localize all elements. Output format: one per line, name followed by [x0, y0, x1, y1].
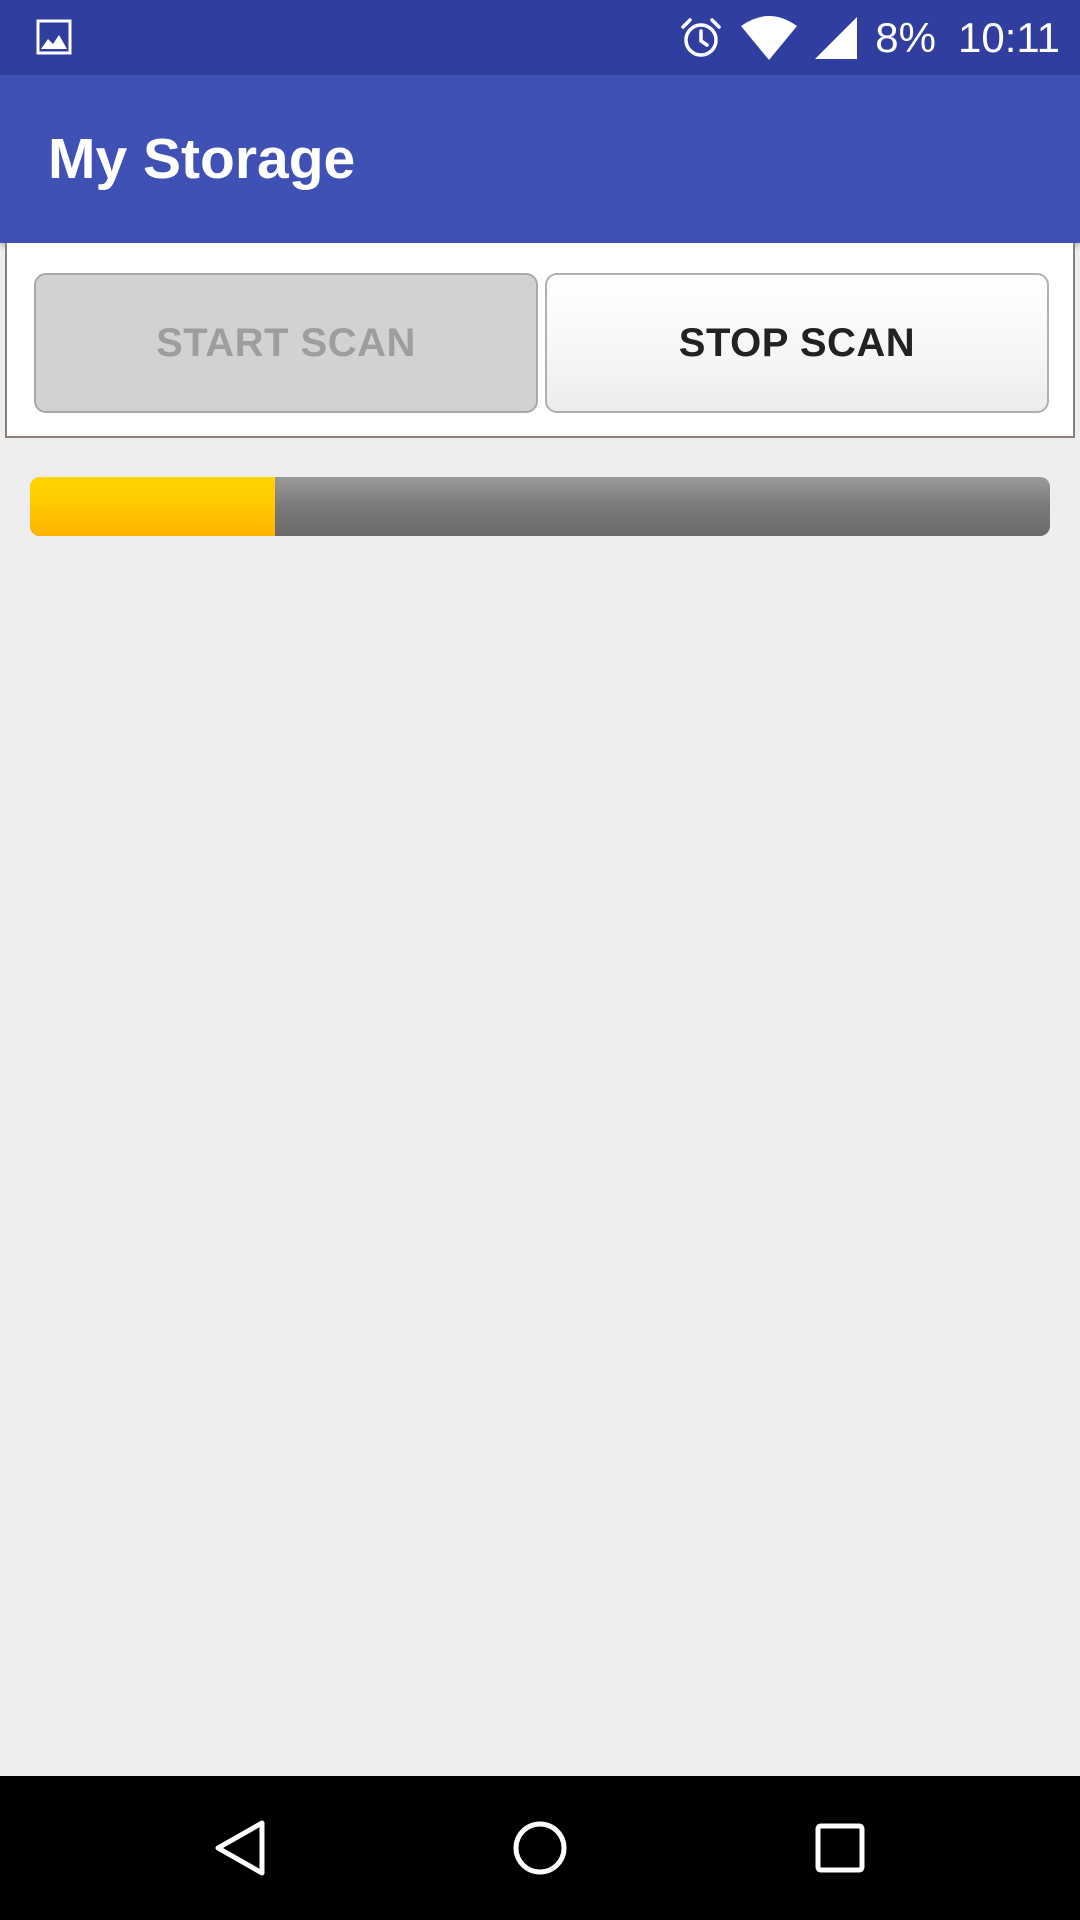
scan-progress-bar [30, 477, 1050, 536]
start-scan-button[interactable]: START SCAN [34, 273, 538, 413]
cell-signal-icon [815, 16, 858, 59]
status-bar: 8% 10:11 [0, 0, 1080, 75]
app-bar: My Storage [0, 75, 1080, 243]
gallery-icon [36, 19, 72, 55]
home-circle-icon [513, 1821, 567, 1875]
page-title: My Storage [48, 127, 356, 191]
battery-percentage: 8% [875, 14, 936, 61]
progress-fill [30, 477, 275, 536]
wifi-icon [741, 15, 798, 60]
recents-square-icon [815, 1823, 865, 1873]
navigation-bar [0, 1776, 1080, 1920]
stop-scan-button[interactable]: STOP SCAN [545, 273, 1049, 413]
back-button[interactable] [160, 1776, 320, 1920]
status-icons: 8% 10:11 [679, 0, 1060, 75]
clock: 10:11 [958, 14, 1060, 61]
home-button[interactable] [460, 1776, 620, 1920]
alarm-icon [681, 17, 722, 57]
scan-button-panel: START SCAN STOP SCAN [5, 243, 1075, 438]
recents-button[interactable] [760, 1776, 920, 1920]
back-triangle-icon [215, 1820, 265, 1876]
